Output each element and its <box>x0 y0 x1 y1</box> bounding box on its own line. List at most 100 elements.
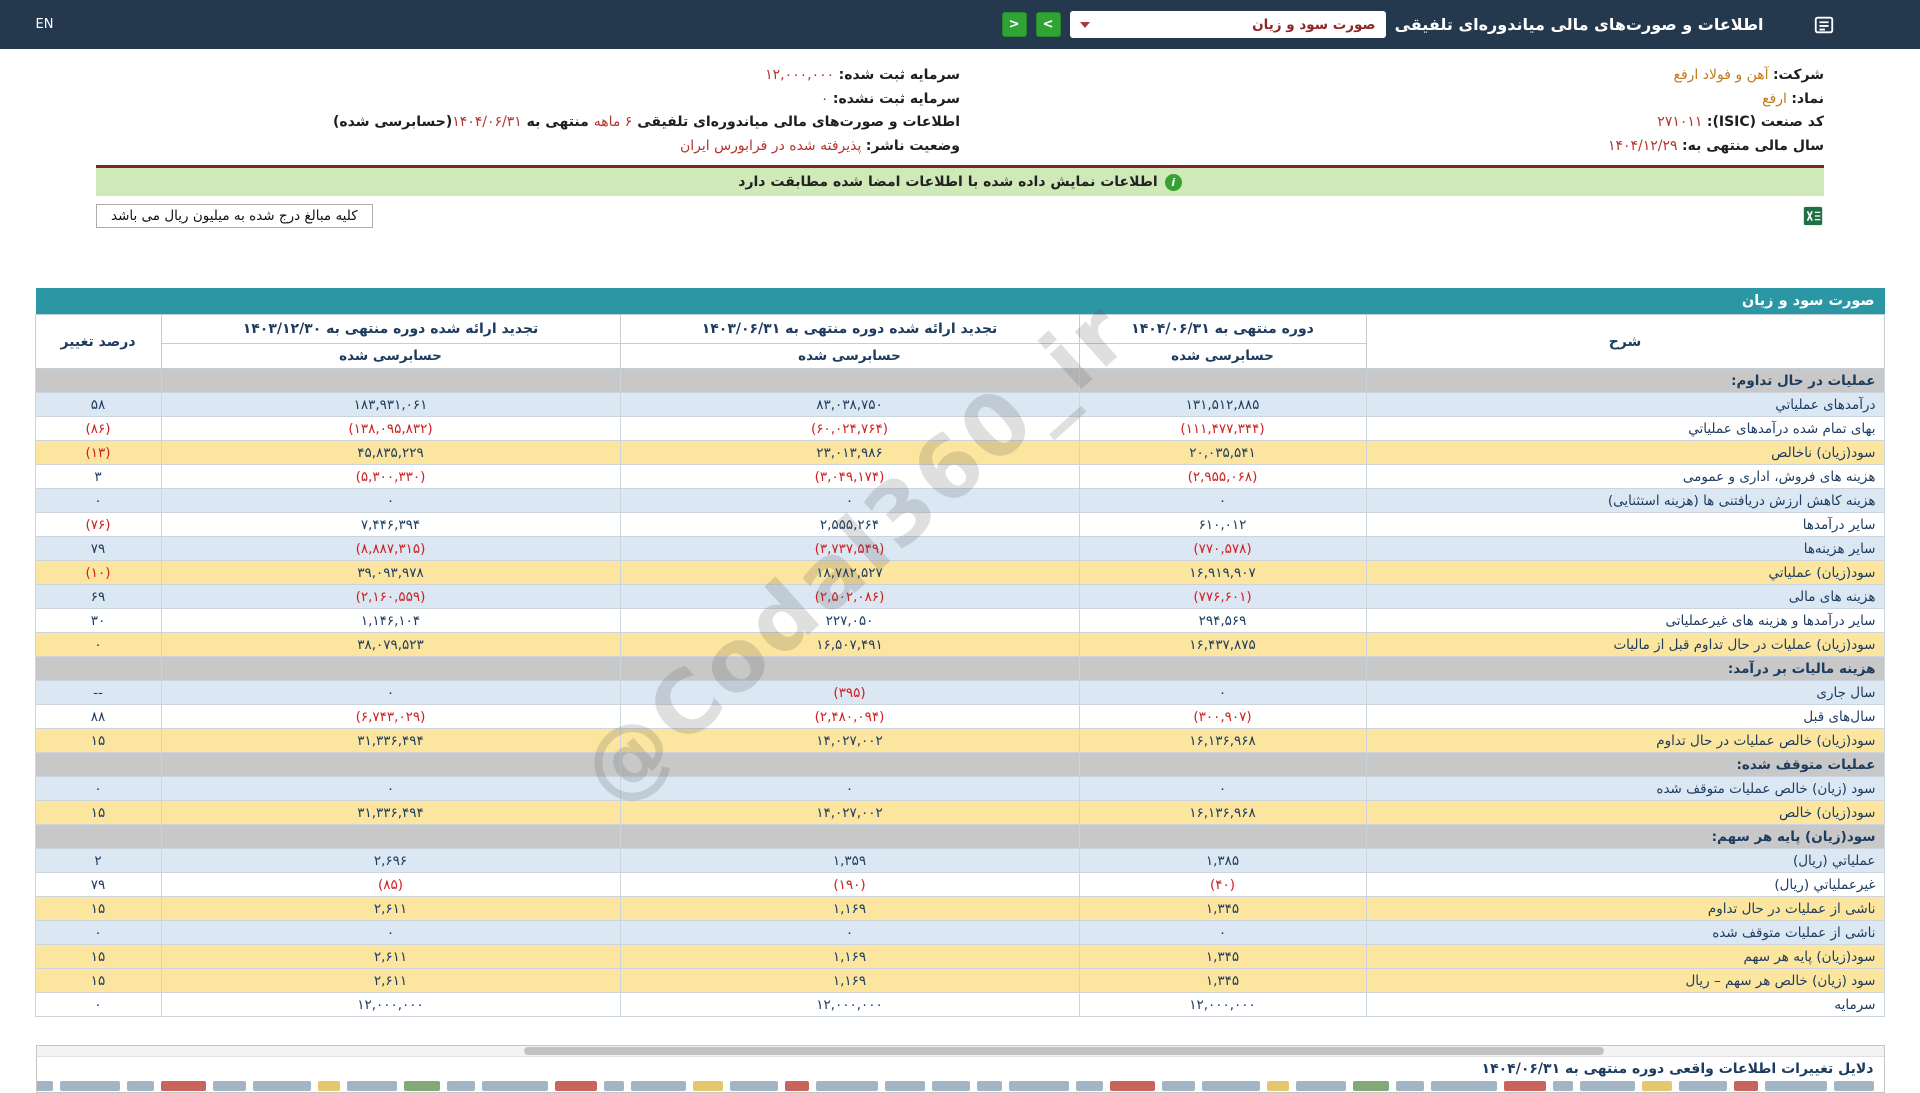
clipped-text-fragment <box>693 1081 723 1091</box>
pct-change-cell: (۱۳) <box>35 441 161 465</box>
value-cell: ۱,۳۴۵ <box>1079 897 1366 921</box>
horizontal-scrollbar[interactable] <box>37 1046 1884 1057</box>
value-cell: ۱۲,۰۰۰,۰۰۰ <box>620 993 1079 1017</box>
company-info-row: شرکت: آهن و فولاد ارفع <box>960 64 1824 88</box>
pct-change-cell <box>35 657 161 681</box>
value-cell: (۳,۰۴۹,۱۷۴) <box>620 465 1079 489</box>
info-label: (حسابرسی شده) <box>333 114 452 130</box>
pct-change-cell: ۵۸ <box>35 393 161 417</box>
table-row: سود(زیان) ناخالص۲۰,۰۳۵,۵۴۱۲۳,۰۱۳,۹۸۶۴۵,۸… <box>35 441 1884 465</box>
clipped-text-fragment <box>1431 1081 1497 1091</box>
row-label: هزینه کاهش ارزش دریافتنی ها (هزینه استثن… <box>1366 489 1884 513</box>
pct-change-cell: ۷۹ <box>35 537 161 561</box>
clipped-text-fragment <box>885 1081 925 1091</box>
pl-table-body: عملیات در حال تداوم:درآمدهای عملیاتي۱۳۱,… <box>35 369 1884 1017</box>
pct-change-cell: (۷۶) <box>35 513 161 537</box>
value-cell: ۳۱,۳۳۶,۴۹۴ <box>161 729 620 753</box>
row-label: سال جاری <box>1366 681 1884 705</box>
pct-change-cell: ۰ <box>35 489 161 513</box>
info-label: وضعیت ناشر: <box>866 138 960 154</box>
pct-change-cell: ۱۵ <box>35 897 161 921</box>
value-cell: ۰ <box>161 777 620 801</box>
clipped-text-fragment <box>1504 1081 1546 1091</box>
table-row: ناشی از عملیات در حال تداوم۱,۳۴۵۱,۱۶۹۲,۶… <box>35 897 1884 921</box>
table-row: سود(زیان) عملیات در حال تداوم قبل از مال… <box>35 633 1884 657</box>
pct-change-cell: ۰ <box>35 633 161 657</box>
pl-table: شرح دوره منتهی به ۱۴۰۴/۰۶/۳۱ تجدید ارائه… <box>35 314 1885 1017</box>
pct-change-cell: ۳۰ <box>35 609 161 633</box>
row-label: عملیات متوقف شده: <box>1366 753 1884 777</box>
chevron-down-icon <box>1080 22 1090 28</box>
col-header-period-current: دوره منتهی به ۱۴۰۴/۰۶/۳۱ <box>1079 315 1366 344</box>
row-label: عملیاتي (ریال) <box>1366 849 1884 873</box>
next-statement-button[interactable]: > <box>1036 12 1061 37</box>
value-cell: (۱۱۱,۴۷۷,۳۴۴) <box>1079 417 1366 441</box>
pct-change-cell: ۰ <box>35 921 161 945</box>
company-info-row: وضعیت ناشر: پذیرفته شده در فرابورس ایران <box>96 135 960 159</box>
value-cell: ۰ <box>620 489 1079 513</box>
company-info: شرکت: آهن و فولاد ارفعنماد: ارفعکد صنعت … <box>96 64 1824 158</box>
clipped-text-fragment <box>730 1081 778 1091</box>
clipped-text-fragment <box>1009 1081 1069 1091</box>
row-label: درآمدهای عملیاتي <box>1366 393 1884 417</box>
info-value: ۲۷۱۰۱۱ <box>1657 114 1702 130</box>
col-subheader-audited-2: حسابرسی شده <box>620 344 1079 369</box>
prev-statement-button[interactable]: < <box>1002 12 1027 37</box>
value-cell: (۱۹۰) <box>620 873 1079 897</box>
clipped-text-fragment <box>127 1081 154 1091</box>
row-label: عملیات در حال تداوم: <box>1366 369 1884 393</box>
value-cell: (۲,۵۰۲,۰۸۶) <box>620 585 1079 609</box>
value-cell: ۱۴,۰۲۷,۰۰۲ <box>620 729 1079 753</box>
value-cell: (۱۳۸,۰۹۵,۸۳۲) <box>161 417 620 441</box>
info-value: پذیرفته شده در فرابورس ایران <box>680 138 861 154</box>
clipped-text-fragment <box>1267 1081 1289 1091</box>
table-row: هزینه های فروش، اداری و عمومی(۲,۹۵۵,۰۶۸)… <box>35 465 1884 489</box>
row-label: سود (زیان) خالص عملیات متوقف شده <box>1366 777 1884 801</box>
clipped-text-fragment <box>1734 1081 1758 1091</box>
company-info-row: اطلاعات و صورت‌های مالی میاندوره‌ای تلفی… <box>96 111 960 135</box>
clipped-text-fragment <box>37 1081 53 1091</box>
value-cell: ۳۹,۰۹۳,۹۷۸ <box>161 561 620 585</box>
clipped-text-fragment <box>1202 1081 1260 1091</box>
section-row: عملیات متوقف شده: <box>35 753 1884 777</box>
row-label: هزینه های فروش، اداری و عمومی <box>1366 465 1884 489</box>
value-cell: ۱,۱۴۶,۱۰۴ <box>161 609 620 633</box>
section-row: عملیات در حال تداوم: <box>35 369 1884 393</box>
row-label: هزینه مالیات بر درآمد: <box>1366 657 1884 681</box>
info-label: سرمایه ثبت شده: <box>839 67 960 83</box>
scrollbar-thumb[interactable] <box>524 1047 1604 1055</box>
statement-select[interactable]: صورت سود و زیان <box>1070 11 1386 38</box>
pct-change-cell: ۰ <box>35 993 161 1017</box>
excel-export-icon[interactable] <box>1802 205 1824 227</box>
value-cell: (۵,۳۰۰,۳۳۰) <box>161 465 620 489</box>
info-value[interactable]: ارفع <box>1762 91 1787 107</box>
value-cell <box>161 753 620 777</box>
table-row: سود(زیان) پایه هر سهم۱,۳۴۵۱,۱۶۹۲,۶۱۱۱۵ <box>35 945 1884 969</box>
value-cell: ۰ <box>161 489 620 513</box>
pct-change-cell: ۰ <box>35 777 161 801</box>
clipped-text-fragment <box>1642 1081 1672 1091</box>
language-toggle[interactable]: EN <box>36 17 54 32</box>
clipped-text-fragment <box>447 1081 475 1091</box>
clipped-text-fragment <box>1296 1081 1346 1091</box>
value-cell <box>1079 753 1366 777</box>
company-info-right-column: شرکت: آهن و فولاد ارفعنماد: ارفعکد صنعت … <box>960 64 1824 158</box>
clipped-text-fragment <box>1162 1081 1195 1091</box>
page-title: اطلاعات و صورت‌های مالی میاندوره‌ای تلفی… <box>1395 15 1764 34</box>
value-cell: ۱,۱۶۹ <box>620 969 1079 993</box>
pct-change-cell: ۲ <box>35 849 161 873</box>
company-info-row: سرمایه ثبت نشده: ۰ <box>96 88 960 112</box>
info-value[interactable]: آهن و فولاد ارفع <box>1674 67 1769 83</box>
value-cell: (۲,۱۶۰,۵۵۹) <box>161 585 620 609</box>
report-icon[interactable] <box>1813 14 1835 36</box>
value-cell <box>620 825 1079 849</box>
clipped-text-fragment <box>1110 1081 1155 1091</box>
clipped-text-fragment <box>161 1081 206 1091</box>
row-label: سرمایه <box>1366 993 1884 1017</box>
pct-change-cell: ۷۹ <box>35 873 161 897</box>
value-cell: ۸۳,۰۳۸,۷۵۰ <box>620 393 1079 417</box>
units-note: کلیه مبالغ درج شده به میلیون ریال می باش… <box>96 204 373 228</box>
company-info-row: نماد: ارفع <box>960 88 1824 112</box>
col-header-period-restated-annual: تجدید ارائه شده دوره منتهی به ۱۴۰۳/۱۲/۳۰ <box>161 315 620 344</box>
value-cell: ۱۲,۰۰۰,۰۰۰ <box>1079 993 1366 1017</box>
